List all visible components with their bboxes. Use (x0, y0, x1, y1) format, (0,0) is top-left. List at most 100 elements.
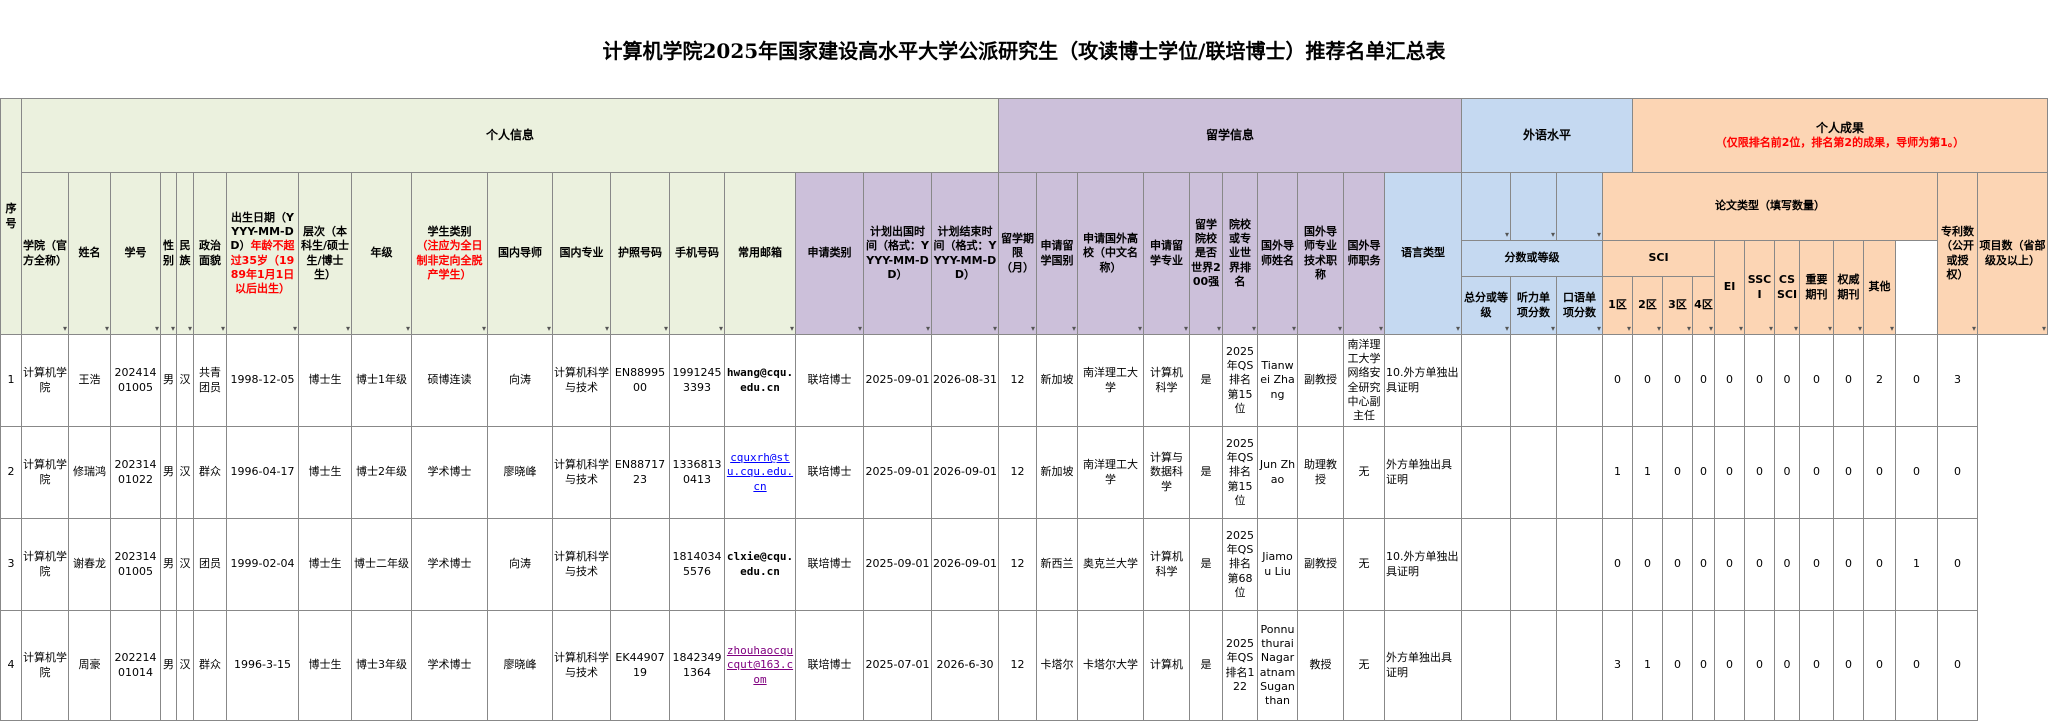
cell-foreign-position[interactable]: 无 (1343, 518, 1385, 611)
cell-gender[interactable]: 男 (160, 334, 177, 427)
cell-cssci[interactable]: 0 (1774, 334, 1800, 427)
cell-college[interactable]: 计算机学院 (21, 334, 69, 427)
cell-ethnicity[interactable]: 汉 (176, 610, 194, 721)
cell-sci-q2[interactable]: 1 (1632, 426, 1663, 519)
cell-speaking-score[interactable] (1556, 334, 1603, 427)
header-ei[interactable]: EI (1714, 240, 1745, 335)
header-student-id[interactable]: 学号 (110, 172, 161, 335)
cell-sci-q3[interactable]: 0 (1662, 334, 1693, 427)
cell-college[interactable]: 计算机学院 (21, 610, 69, 721)
cell-patents[interactable]: 0 (1895, 334, 1938, 427)
cell-ei[interactable]: 0 (1714, 610, 1745, 721)
cell-level[interactable]: 博士生 (298, 334, 352, 427)
cell-sci-q1[interactable]: 0 (1602, 334, 1633, 427)
cell-birth-date[interactable]: 1998-12-05 (226, 334, 299, 427)
cell-student-id[interactable]: 20231401005 (110, 518, 161, 611)
cell-ei[interactable]: 0 (1714, 518, 1745, 611)
cell-grade[interactable]: 博士1年级 (351, 334, 412, 427)
cell-sci-q4[interactable]: 0 (1692, 518, 1715, 611)
cell-email[interactable]: cquxrh@stu.cqu.edu.cn (724, 426, 796, 519)
cell-sci-q3[interactable]: 0 (1662, 610, 1693, 721)
cell-email[interactable]: zhouhaocqucqut@163.com (724, 610, 796, 721)
cell-other[interactable]: 0 (1863, 426, 1896, 519)
cell-ei[interactable]: 0 (1714, 426, 1745, 519)
cell-domestic-advisor[interactable]: 廖晓峰 (487, 610, 553, 721)
cell-foreign-major[interactable]: 计算与数据科学 (1143, 426, 1190, 519)
cell-country[interactable]: 新加坡 (1036, 334, 1078, 427)
cell-top200[interactable]: 是 (1189, 610, 1223, 721)
header-top200[interactable]: 留学院校是否世界200强 (1189, 172, 1223, 335)
header-domestic-major[interactable]: 国内专业 (552, 172, 611, 335)
cell-level[interactable]: 博士生 (298, 518, 352, 611)
header-plan-start[interactable]: 计划出国时间（格式：YYYY-MM-DD） (863, 172, 932, 335)
header-listening-score[interactable]: 听力单项分数 (1510, 276, 1557, 335)
header-email[interactable]: 常用邮箱 (724, 172, 796, 335)
cell-duration[interactable]: 12 (998, 518, 1037, 611)
cell-foreign-university[interactable]: 卡塔尔大学 (1077, 610, 1144, 721)
header-cssci[interactable]: CSSCI (1774, 240, 1800, 335)
header-lang-blank-1[interactable] (1461, 172, 1511, 241)
header-other[interactable]: 其他 (1863, 240, 1896, 335)
cell-student-type[interactable]: 硕博连读 (411, 334, 488, 427)
cell-duration[interactable]: 12 (998, 334, 1037, 427)
cell-speaking-score[interactable] (1556, 426, 1603, 519)
cell-political-status[interactable]: 群众 (193, 426, 227, 519)
cell-foreign-title[interactable]: 助理教授 (1297, 426, 1344, 519)
cell-apply-type[interactable]: 联培博士 (795, 518, 864, 611)
cell-world-rank[interactable]: 2025年QS排名第68位 (1222, 518, 1258, 611)
cell-foreign-university[interactable]: 南洋理工大学 (1077, 334, 1144, 427)
cell-passport[interactable]: EK4490719 (610, 610, 670, 721)
header-key-journal[interactable]: 重要期刊 (1799, 240, 1834, 335)
cell-apply-type[interactable]: 联培博士 (795, 610, 864, 721)
cell-sci-q1[interactable]: 3 (1602, 610, 1633, 721)
cell-authoritative-journal[interactable]: 0 (1833, 518, 1864, 611)
header-lang-blank-2[interactable] (1510, 172, 1557, 241)
cell-key-journal[interactable]: 0 (1799, 610, 1834, 721)
cell-gender[interactable]: 男 (160, 426, 177, 519)
cell-plan-start[interactable]: 2025-09-01 (863, 518, 932, 611)
header-ethnicity[interactable]: 民族 (176, 172, 194, 335)
cell-domestic-major[interactable]: 计算机科学与技术 (552, 518, 611, 611)
header-world-rank[interactable]: 院校或专业世界排名 (1222, 172, 1258, 335)
cell-cssci[interactable]: 0 (1774, 518, 1800, 611)
header-country[interactable]: 申请留学国别 (1036, 172, 1078, 335)
cell-student-id[interactable]: 20231401022 (110, 426, 161, 519)
cell-total-score[interactable] (1461, 518, 1511, 611)
header-speaking-score[interactable]: 口语单项分数 (1556, 276, 1603, 335)
header-foreign-position[interactable]: 国外导师职务 (1343, 172, 1385, 335)
cell-phone[interactable]: 13368130413 (669, 426, 725, 519)
cell-listening-score[interactable] (1510, 518, 1557, 611)
cell-ssci[interactable]: 0 (1744, 518, 1775, 611)
cell-listening-score[interactable] (1510, 334, 1557, 427)
cell-apply-type[interactable]: 联培博士 (795, 334, 864, 427)
cell-foreign-advisor[interactable]: Jiamou Liu (1257, 518, 1298, 611)
cell-student-type[interactable]: 学术博士 (411, 610, 488, 721)
cell-birth-date[interactable]: 1996-3-15 (226, 610, 299, 721)
cell-apply-type[interactable]: 联培博士 (795, 426, 864, 519)
cell-sci-q1[interactable]: 0 (1602, 518, 1633, 611)
cell-projects[interactable]: 3 (1937, 334, 1978, 427)
cell-other[interactable]: 0 (1863, 518, 1896, 611)
header-foreign-advisor[interactable]: 国外导师姓名 (1257, 172, 1298, 335)
cell-foreign-title[interactable]: 副教授 (1297, 518, 1344, 611)
cell-ethnicity[interactable]: 汉 (176, 426, 194, 519)
cell-language-type[interactable]: 外方单独出具证明 (1384, 426, 1462, 519)
header-duration[interactable]: 留学期限（月） (998, 172, 1037, 335)
cell-phone[interactable]: 18140345576 (669, 518, 725, 611)
cell-other[interactable]: 2 (1863, 334, 1896, 427)
cell-domestic-advisor[interactable]: 廖晓峰 (487, 426, 553, 519)
cell-passport[interactable] (610, 518, 670, 611)
cell-seq[interactable]: 1 (0, 334, 22, 427)
cell-speaking-score[interactable] (1556, 518, 1603, 611)
cell-domestic-major[interactable]: 计算机科学与技术 (552, 610, 611, 721)
cell-sci-q4[interactable]: 0 (1692, 334, 1715, 427)
cell-ssci[interactable]: 0 (1744, 334, 1775, 427)
cell-duration[interactable]: 12 (998, 610, 1037, 721)
header-sci-q4[interactable]: 4区 (1692, 276, 1715, 335)
cell-projects[interactable]: 0 (1937, 426, 1978, 519)
cell-plan-end[interactable]: 2026-08-31 (931, 334, 999, 427)
header-political-status[interactable]: 政治面貌 (193, 172, 227, 335)
cell-name[interactable]: 王浩 (68, 334, 111, 427)
cell-foreign-major[interactable]: 计算机科学 (1143, 518, 1190, 611)
cell-domestic-major[interactable]: 计算机科学与技术 (552, 334, 611, 427)
